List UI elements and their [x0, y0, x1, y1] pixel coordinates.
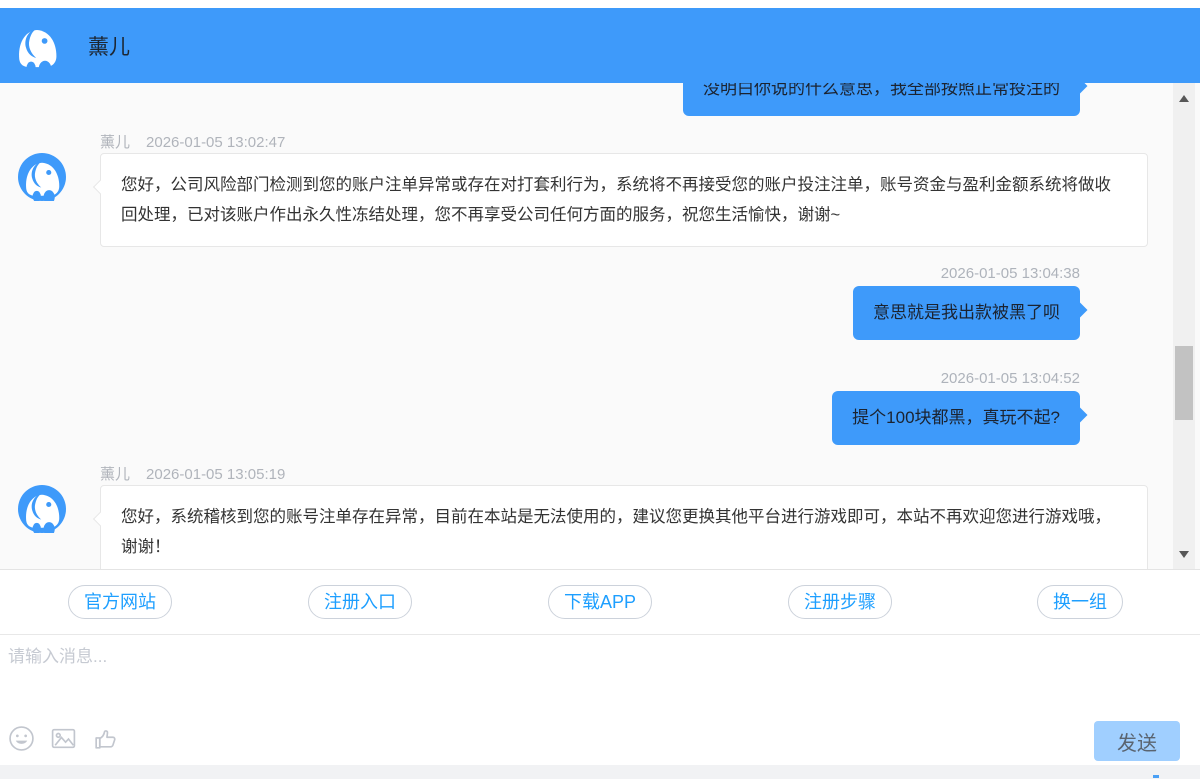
- quick-reply-download-app[interactable]: 下载APP: [548, 585, 652, 619]
- agent-message-bubble: 您好，系统稽核到您的账号注单存在异常，目前在本站是无法使用的，建议您更换其他平台…: [100, 485, 1148, 570]
- message-timestamp: 2026-01-05 13:02:47: [146, 134, 285, 151]
- scrollbar-track[interactable]: [1173, 83, 1195, 570]
- scroll-down-arrow-icon[interactable]: [1179, 551, 1189, 558]
- message-text: 意思就是我出款被黑了呗: [873, 303, 1060, 322]
- agent-avatar: [18, 153, 66, 201]
- message-text: 没明白你说的什么意思，我全部按照正常投注的: [703, 83, 1060, 98]
- quick-reply-official-site[interactable]: 官方网站: [68, 585, 172, 619]
- elephant-logo-icon: [10, 19, 64, 73]
- scroll-up-arrow-icon[interactable]: [1179, 95, 1189, 102]
- message-input[interactable]: [8, 647, 708, 667]
- sender-name: 薰儿: [100, 466, 130, 483]
- quick-reply-bar: 官方网站 注册入口 下载APP 注册步骤 换一组: [0, 571, 1200, 633]
- user-message-bubble: 没明白你说的什么意思，我全部按照正常投注的: [683, 83, 1080, 116]
- composer: 发送: [0, 634, 1200, 765]
- message-meta: 薰儿 2026-01-05 13:02:47: [100, 131, 285, 152]
- bubble-caret: [1071, 407, 1088, 424]
- bottom-strip: [0, 765, 1200, 779]
- chat-header: 薰儿: [0, 8, 1200, 83]
- bubble-caret: [93, 180, 107, 194]
- chat-window: 薰儿 没明白你说的什么意思，我全部按照正常投注的 薰儿 2026-01-05 13…: [0, 0, 1200, 779]
- scrollbar-thumb[interactable]: [1175, 346, 1193, 420]
- emoji-icon[interactable]: [8, 725, 35, 752]
- message-timestamp: 2026-01-05 13:04:52: [941, 370, 1080, 387]
- composer-toolbar: [8, 725, 119, 752]
- send-button[interactable]: 发送: [1094, 721, 1180, 761]
- chat-message-area: 没明白你说的什么意思，我全部按照正常投注的 薰儿 2026-01-05 13:02…: [0, 83, 1200, 570]
- message-timestamp: 2026-01-05 13:05:19: [146, 466, 285, 483]
- agent-message-bubble: 您好，公司风险部门检测到您的账户注单异常或存在对打套利行为，系统将不再接受您的账…: [100, 153, 1148, 247]
- agent-name-title: 薰儿: [88, 31, 130, 61]
- sender-name: 薰儿: [100, 134, 130, 151]
- thumbs-up-icon[interactable]: [92, 725, 119, 752]
- message-timestamp: 2026-01-05 13:04:38: [941, 265, 1080, 282]
- bottom-strip-artifact: [1153, 775, 1159, 778]
- user-message-bubble: 提个100块都黑，真玩不起?: [832, 391, 1080, 445]
- quick-reply-swap-group[interactable]: 换一组: [1037, 585, 1123, 619]
- agent-avatar: [18, 485, 66, 533]
- message-text: 提个100块都黑，真玩不起?: [852, 408, 1060, 427]
- user-message-bubble: 意思就是我出款被黑了呗: [853, 286, 1080, 340]
- message-meta: 薰儿 2026-01-05 13:05:19: [100, 463, 285, 484]
- quick-reply-register-steps[interactable]: 注册步骤: [788, 585, 892, 619]
- message-text: 您好，公司风险部门检测到您的账户注单异常或存在对打套利行为，系统将不再接受您的账…: [121, 176, 1111, 224]
- bubble-caret: [1071, 83, 1088, 94]
- image-icon[interactable]: [50, 725, 77, 752]
- message-text: 您好，系统稽核到您的账号注单存在异常，目前在本站是无法使用的，建议您更换其他平台…: [121, 508, 1111, 556]
- quick-reply-register-entry[interactable]: 注册入口: [308, 585, 412, 619]
- bubble-caret: [93, 512, 107, 526]
- bubble-caret: [1071, 302, 1088, 319]
